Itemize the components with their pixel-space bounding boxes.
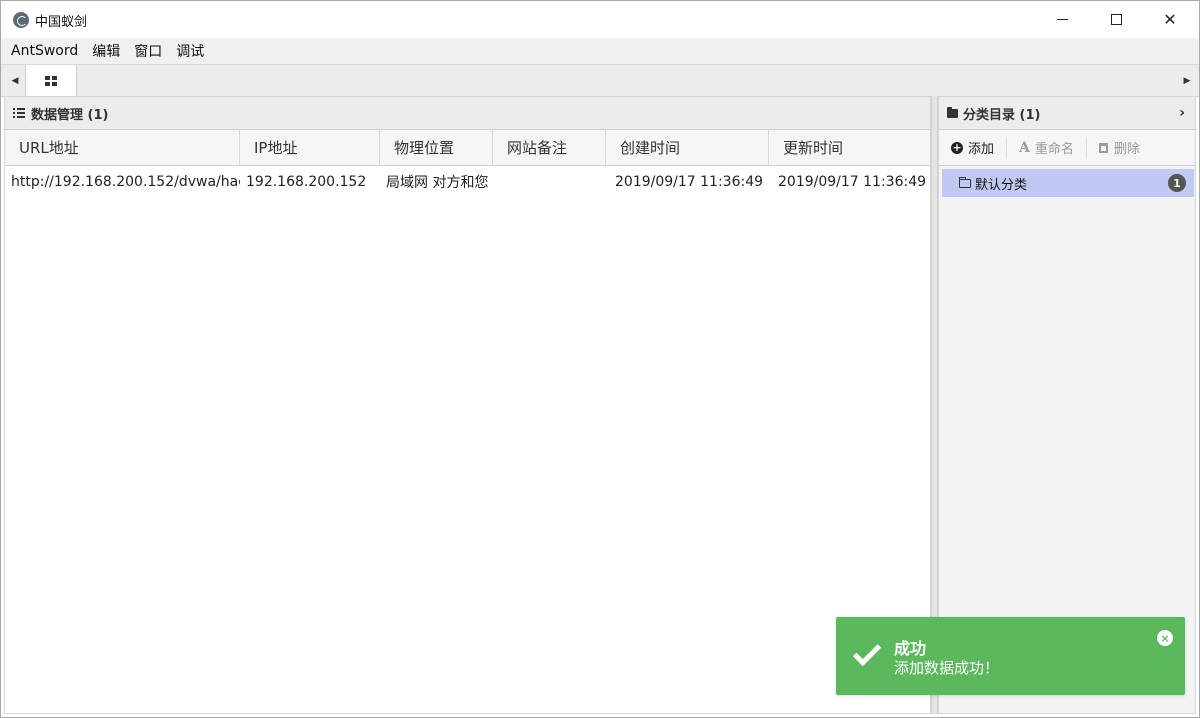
category-count-badge: 1: [1168, 174, 1186, 192]
font-icon: A: [1019, 139, 1030, 156]
close-icon: ✕: [1163, 10, 1177, 29]
close-circle-icon[interactable]: ×: [1157, 630, 1173, 646]
menu-antsword[interactable]: AntSword: [11, 43, 78, 59]
category-panel-header: 分类目录 (1) ›: [939, 97, 1195, 130]
column-header-created[interactable]: 创建时间: [606, 130, 769, 165]
category-panel-title: 分类目录 (1): [963, 107, 1041, 123]
column-header-note[interactable]: 网站备注: [493, 130, 606, 165]
tab-scroll-right-icon[interactable]: ▶: [1179, 65, 1195, 97]
cell-location: 局域网 对方和您: [386, 175, 489, 191]
maximize-button[interactable]: [1089, 1, 1143, 38]
table-header: URL地址 IP地址 物理位置 网站备注 创建时间 更新时间: [5, 130, 930, 166]
checkmark-icon: [852, 637, 882, 667]
trash-icon: [1098, 142, 1108, 153]
minimize-icon: [1056, 19, 1068, 20]
close-button[interactable]: ✕: [1143, 1, 1197, 38]
window-title: 中国蚁剑: [35, 15, 88, 30]
toast-message: 添加数据成功！: [894, 659, 1000, 677]
cell-updated: 2019/09/17 11:36:49: [778, 174, 927, 190]
chevron-right-icon[interactable]: ›: [1179, 105, 1185, 121]
column-header-updated[interactable]: 更新时间: [769, 130, 930, 165]
folder-icon: [947, 106, 958, 118]
menu-edit[interactable]: 编辑: [92, 41, 120, 61]
data-panel-title: 数据管理 (1): [31, 107, 109, 123]
menu-debug[interactable]: 调试: [176, 41, 204, 61]
delete-category-label: 删除: [1113, 142, 1140, 157]
menu-window[interactable]: 窗口: [134, 41, 162, 61]
title-bar: 中国蚁剑 ✕: [1, 1, 1199, 38]
grid-icon: [45, 76, 57, 86]
cell-url: http://192.168.200.152/dvwa/hac: [11, 174, 240, 190]
data-panel-header: 数据管理 (1): [5, 97, 930, 130]
column-header-location[interactable]: 物理位置: [380, 130, 493, 165]
column-header-url[interactable]: URL地址: [5, 130, 240, 165]
folder-open-icon: [959, 176, 971, 188]
category-toolbar: + 添加 A 重命名 删除: [939, 130, 1195, 166]
antsword-logo-icon: [13, 12, 29, 28]
menu-bar: AntSword 编辑 窗口 调试: [1, 38, 1199, 64]
add-category-label: 添加: [968, 142, 995, 157]
list-icon: [13, 108, 25, 118]
maximize-icon: [1110, 14, 1122, 25]
plus-circle-icon: +: [951, 140, 963, 154]
category-item-default[interactable]: 默认分类 1: [942, 169, 1194, 197]
cell-created: 2019/09/17 11:36:49: [615, 174, 764, 190]
toast-title: 成功: [894, 639, 927, 658]
tab-home[interactable]: [25, 65, 77, 97]
delete-category-button[interactable]: 删除: [1087, 137, 1152, 159]
rename-category-button[interactable]: A 重命名: [1007, 136, 1087, 159]
tab-scroll-left-icon[interactable]: ◀: [5, 65, 25, 97]
column-header-ip[interactable]: IP地址: [240, 130, 380, 165]
tab-bar: ◀ ▶: [1, 64, 1199, 97]
cell-note: [493, 167, 606, 197]
category-item-label: 默认分类: [975, 177, 1028, 193]
data-management-panel: 数据管理 (1) URL地址 IP地址 物理位置 网站备注 创建时间 更新时间 …: [4, 96, 931, 714]
cell-ip: 192.168.200.152: [246, 174, 367, 190]
rename-category-label: 重命名: [1034, 142, 1074, 157]
add-category-button[interactable]: + 添加: [939, 136, 1008, 159]
minimize-button[interactable]: [1035, 1, 1089, 38]
table-row[interactable]: http://192.168.200.152/dvwa/hac 192.168.…: [5, 167, 930, 197]
success-toast: 成功 添加数据成功！ ×: [836, 617, 1185, 695]
